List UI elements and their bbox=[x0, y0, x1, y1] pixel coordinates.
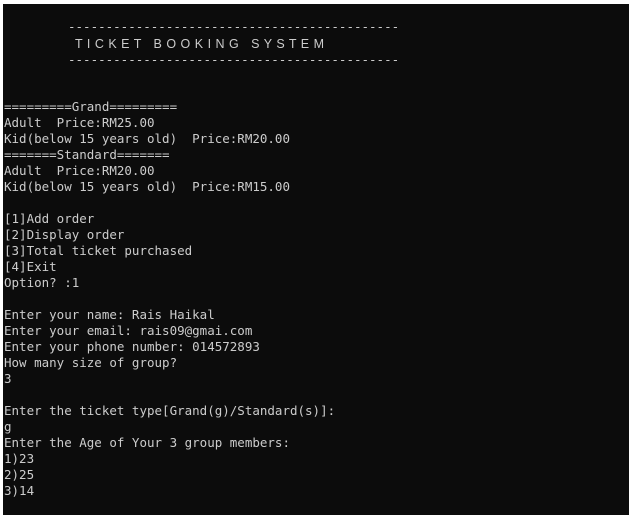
phone-entry: Enter your phone number: 014572893 bbox=[4, 339, 260, 354]
ticket-type-prompt: Enter the ticket type[Grand(g)/Standard(… bbox=[4, 403, 336, 418]
header-title: T I C K E T B O O K I N G S Y S T E M bbox=[75, 37, 325, 51]
header-rule-top: ----------------------------------------… bbox=[68, 19, 400, 34]
age-entry-2: 2)25 bbox=[4, 467, 35, 482]
standard-adult-price: Adult Price:RM20.00 bbox=[4, 163, 155, 178]
group-size-prompt: How many size of group? bbox=[4, 355, 178, 370]
option-prompt: Option? :1 bbox=[4, 275, 80, 290]
age-entry-1: 1)23 bbox=[4, 451, 35, 466]
name-entry: Enter your name: Rais Haikal bbox=[4, 307, 215, 322]
standard-kid-price: Kid(below 15 years old) Price:RM15.00 bbox=[4, 179, 290, 194]
group-size-answer: 3 bbox=[4, 371, 12, 386]
age-prompt: Enter the Age of Your 3 group members: bbox=[4, 435, 290, 450]
menu-item-add-order: [1]Add order bbox=[4, 211, 95, 226]
grand-adult-price: Adult Price:RM25.00 bbox=[4, 115, 155, 130]
header-rule-bottom: ----------------------------------------… bbox=[68, 52, 400, 67]
menu-item-exit: [4]Exit bbox=[4, 259, 57, 274]
grand-kid-price: Kid(below 15 years old) Price:RM20.00 bbox=[4, 131, 290, 146]
menu-item-display-order: [2]Display order bbox=[4, 227, 125, 242]
console-window[interactable]: ----------------------------------------… bbox=[3, 4, 629, 515]
menu-item-total-tickets: [3]Total ticket purchased bbox=[4, 243, 193, 258]
grand-header: =========Grand========= bbox=[4, 99, 178, 114]
age-entry-3: 3)14 bbox=[4, 483, 35, 498]
standard-header: =======Standard======= bbox=[4, 147, 170, 162]
email-entry: Enter your email: rais09@gmai.com bbox=[4, 323, 253, 338]
ticket-type-answer: g bbox=[4, 419, 12, 434]
